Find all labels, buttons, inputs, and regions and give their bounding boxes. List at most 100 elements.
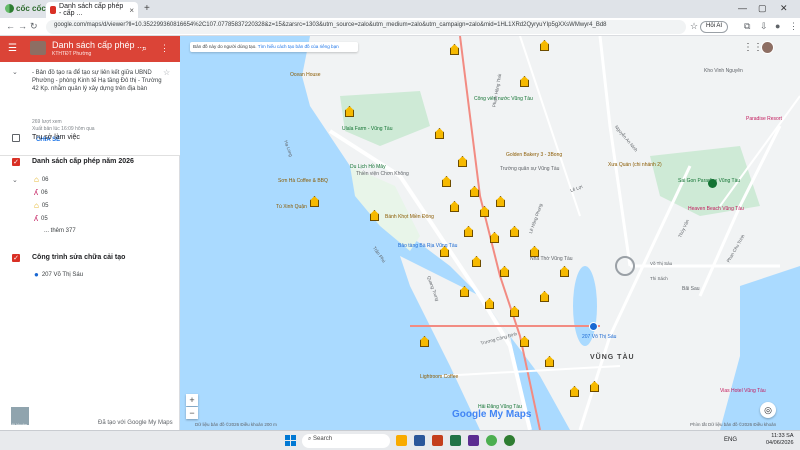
windows-taskbar: ⌕ Search ENG 11:33 SA 04/06/2026	[0, 430, 800, 450]
apps-grid-icon[interactable]: ⋮⋮	[743, 42, 763, 53]
word-icon[interactable]	[414, 435, 425, 446]
poi-label[interactable]: Vias Hotel Vũng Tàu	[720, 388, 766, 394]
city-label: VŨNG TÀU	[590, 354, 635, 361]
flag-marker-icon: ʎ	[34, 188, 38, 197]
poi-label[interactable]: Du Lịch Hồ Mây	[350, 164, 386, 170]
user-map-notice: Bản đồ này do người dùng tạo. Tìm hiểu c…	[190, 42, 358, 52]
poi-label[interactable]: Tú Xinh Quận	[276, 204, 307, 210]
reload-icon[interactable]: ↻	[30, 21, 38, 32]
road-label: Võ Thị Sáu	[650, 261, 673, 266]
my-location-button[interactable]: ◎	[760, 402, 776, 418]
url-field[interactable]: google.com/maps/d/viewer?ll=10.352299360…	[46, 20, 686, 34]
ask-ai-button[interactable]: Hỏi AI	[700, 21, 729, 33]
layer-title-repairs: Công trình sửa chữa cải tạo	[32, 254, 126, 261]
legend-item[interactable]: ⌂ 06	[34, 175, 49, 184]
search-icon[interactable]: ⌕	[142, 43, 147, 54]
more-options-icon[interactable]: ⋮	[160, 43, 169, 54]
map-canvas[interactable]: Bản đồ này do người dùng tạo. Tìm hiểu c…	[180, 36, 800, 430]
address-bar-row: ← → ↻ google.com/maps/d/viewer?ll=10.352…	[0, 18, 800, 36]
zoom-in-button[interactable]: +	[186, 394, 198, 406]
windows-start-icon[interactable]	[285, 435, 296, 446]
poi-label[interactable]: Ocean House	[290, 72, 321, 78]
poi-label[interactable]: Lightroom Coffee	[420, 374, 458, 380]
maximize-icon[interactable]: ▢	[758, 3, 767, 14]
poi-label[interactable]: Kho Vinh Nguyên	[704, 68, 743, 74]
clock[interactable]: 11:33 SA 04/06/2026	[766, 433, 794, 447]
downloads-icon[interactable]: ⇩	[760, 21, 768, 32]
bookmark-star-icon[interactable]: ☆	[690, 21, 698, 32]
repair-marker[interactable]	[589, 322, 598, 331]
road-label: Thi Sách	[650, 276, 668, 281]
mymaps-side-panel: ☰ Danh sách cấp phép ... KTHTĐT Phường ⌕…	[0, 36, 180, 430]
chrome-icon[interactable]	[486, 435, 497, 446]
map-attribution: Dữ liệu bản đồ ©2026 Điều khoản 200 m	[195, 422, 277, 427]
poi-label[interactable]: Bánh Khọt Miền Đông	[385, 214, 434, 220]
more-items-link[interactable]: ... thêm 377	[44, 228, 76, 234]
teams-icon[interactable]	[468, 435, 479, 446]
hamburger-menu-icon[interactable]: ☰	[8, 43, 17, 54]
coccoc-taskbar-icon[interactable]	[504, 435, 515, 446]
legend-item[interactable]: ⌂ 05	[34, 201, 49, 210]
legend-item[interactable]: ʎ 05	[34, 214, 48, 223]
panel-header: ☰ Danh sách cấp phép ... KTHTĐT Phường ⌕…	[0, 36, 180, 62]
star-icon[interactable]: ☆	[163, 68, 170, 77]
poi-label[interactable]: Bãi Sau	[682, 286, 700, 292]
back-icon[interactable]: ←	[6, 21, 15, 31]
mymaps-favicon-icon	[50, 6, 57, 14]
close-window-icon[interactable]: ✕	[780, 3, 788, 14]
chevron-down-icon[interactable]: ⌄	[12, 68, 18, 76]
layer-title-permits: Danh sách cấp phép năm 2026	[32, 158, 134, 165]
poi-label[interactable]: Bảo tàng Bà Rịa Vũng Tàu	[398, 243, 457, 249]
basemap-label: Hộ khoản	[10, 422, 28, 427]
browser-menu-icon[interactable]: ⋮	[789, 21, 798, 32]
powerpoint-icon[interactable]	[432, 435, 443, 446]
poi-label[interactable]: Ulala Farm - Vũng Tàu	[342, 126, 392, 132]
park-marker[interactable]	[708, 179, 717, 188]
poi-label[interactable]: Công viên nước Vũng Tàu	[474, 96, 533, 102]
language-indicator[interactable]: ENG	[724, 437, 737, 443]
google-logo: Google My Maps	[452, 409, 532, 420]
poi-label[interactable]: Heaven Beach Vũng Tàu	[688, 206, 744, 212]
browser-logo: cốc cốc	[5, 4, 46, 13]
house-marker-icon: ⌂	[34, 201, 39, 210]
chevron-down-icon[interactable]: ⌄	[12, 176, 18, 184]
profile-icon[interactable]: ●	[775, 21, 780, 31]
zoom-out-button[interactable]: −	[186, 407, 198, 419]
file-explorer-icon[interactable]	[396, 435, 407, 446]
poi-label[interactable]: Xưa Quán (chi nhánh 2)	[608, 162, 662, 168]
map-description-block: ⌄ - Bản đồ tạo ra để tạo sự liên kết giữ…	[0, 62, 180, 156]
layer-checkbox-office[interactable]	[12, 134, 20, 142]
browser-tab-strip: cốc cốc Danh sách cấp phép - cấp ... × +…	[0, 0, 800, 18]
new-tab-button[interactable]: +	[144, 3, 150, 14]
layer-checkbox-permits[interactable]: ✓	[12, 158, 20, 166]
house-marker-icon: ⌂	[34, 175, 39, 184]
create-map-link[interactable]: Tìm hiểu cách tạo bản đồ của riêng bạn	[258, 44, 339, 49]
map-avatar	[30, 41, 46, 55]
coccoc-logo-icon	[5, 4, 14, 13]
flag-marker-icon: ʎ	[34, 214, 38, 223]
forward-icon[interactable]: →	[18, 21, 27, 31]
poi-label[interactable]: Paradise Resort	[746, 116, 782, 122]
minimize-icon[interactable]: —	[738, 3, 747, 13]
tab-title: Danh sách cấp phép - cấp ...	[59, 3, 124, 17]
poi-label[interactable]: Thiền viện Chơn Không	[356, 171, 409, 177]
poi-label[interactable]: Sơn Hà Coffee & BBQ	[278, 178, 328, 184]
browser-tab[interactable]: Danh sách cấp phép - cấp ... ×	[46, 2, 138, 18]
account-avatar[interactable]	[761, 41, 774, 54]
extensions-icon[interactable]: ⧉	[744, 21, 750, 32]
map-description: - Bản đồ tạo ra để tạo sự liên kết giữa …	[32, 70, 162, 92]
layer-title-office: Trụ sở làm việc	[32, 134, 80, 141]
legend-item[interactable]: ● 207 Võ Thị Sáu	[34, 270, 83, 279]
poi-label[interactable]: Golden Bakery 3 - 3Bong	[506, 152, 562, 158]
publish-time: Xuất bản lúc 16:09 hôm qua	[32, 126, 95, 132]
close-tab-icon[interactable]: ×	[129, 6, 134, 15]
poi-label[interactable]: Trường quân sự Vũng Tàu	[500, 166, 559, 172]
poi-label[interactable]: 207 Võ Thị Sáu	[582, 334, 616, 340]
excel-icon[interactable]	[450, 435, 461, 446]
legend-item[interactable]: ʎ 06	[34, 188, 48, 197]
map-owner: KTHTĐT Phường	[52, 51, 92, 57]
mymaps-footer: Đã tạo với Google My Maps	[98, 420, 173, 426]
layer-checkbox-repairs[interactable]: ✓	[12, 254, 20, 262]
circle-marker-icon: ●	[34, 270, 39, 279]
taskbar-search[interactable]: ⌕ Search	[302, 434, 390, 448]
